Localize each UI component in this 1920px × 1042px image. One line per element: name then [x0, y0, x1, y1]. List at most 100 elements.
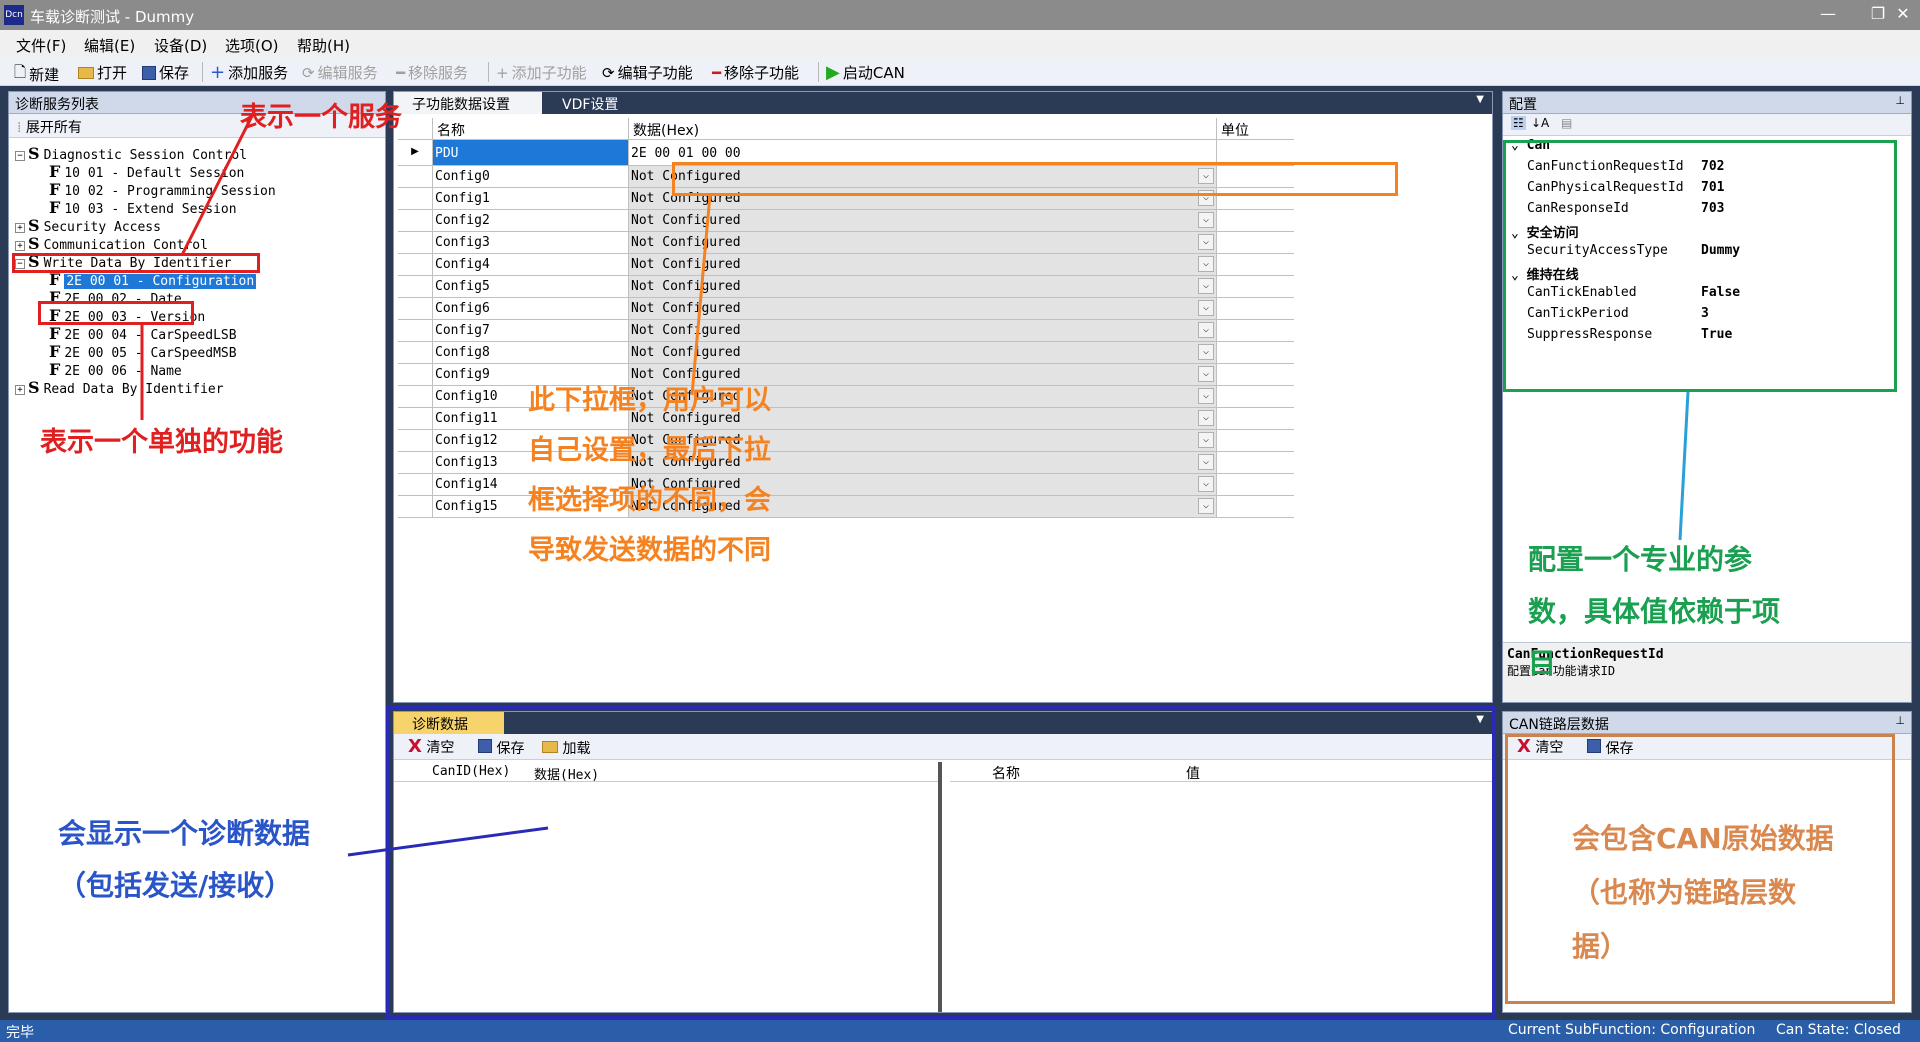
remove-service-button[interactable]: ━ 移除服务: [396, 62, 468, 83]
tree-function-item[interactable]: F 2E 00 05 - CarSpeedMSB: [49, 342, 237, 361]
tree-function-item[interactable]: F 10 02 - Programming Session: [49, 180, 276, 199]
title-bar: Dcn 车载诊断测试 - Dummy — ❐ ✕: [0, 0, 1920, 30]
close-button[interactable]: ✕: [1888, 4, 1918, 23]
plus-icon: +: [496, 63, 509, 82]
config-name[interactable]: Config5: [433, 276, 629, 298]
config-name[interactable]: Config7: [433, 320, 629, 342]
config-value: Not Configured: [631, 213, 741, 228]
edit-subfunction-button[interactable]: ⟳ 编辑子功能: [602, 62, 693, 83]
chevron-down-icon[interactable]: ⌵: [1198, 476, 1214, 492]
tree-item-label: 2E 00 05 - CarSpeedMSB: [64, 346, 237, 361]
config-name[interactable]: Config1: [433, 188, 629, 210]
chevron-down-icon[interactable]: ⌵: [1198, 432, 1214, 448]
config-name[interactable]: Config3: [433, 232, 629, 254]
tab-vdf[interactable]: VDF设置: [554, 92, 674, 114]
collapse-icon[interactable]: −: [15, 151, 25, 161]
new-button[interactable]: 🗋 新建: [14, 62, 59, 87]
service-icon: S: [28, 144, 40, 163]
function-icon: F: [49, 360, 61, 379]
menu-file[interactable]: 文件(F): [16, 35, 66, 56]
status-text: 完毕: [6, 1025, 34, 1041]
open-button[interactable]: 打开: [78, 62, 127, 83]
tree-service-item[interactable]: − S Diagnostic Session Control: [15, 144, 247, 163]
chevron-down-icon[interactable]: ⌵: [1198, 322, 1214, 338]
property-pages-icon[interactable]: ▤: [1561, 116, 1572, 130]
folder-icon: [78, 66, 94, 79]
tree-function-item[interactable]: F 10 01 - Default Session: [49, 162, 244, 181]
diag-highlight-box: [386, 706, 1496, 1020]
service-icon: S: [28, 216, 40, 235]
config-dropdown[interactable]: Not Configured ⌵: [629, 342, 1217, 364]
chevron-down-icon[interactable]: ⌵: [1198, 498, 1214, 514]
refresh-icon: ⟳: [302, 63, 315, 82]
start-can-button[interactable]: ▶ 启动CAN: [826, 62, 905, 83]
edit-service-button[interactable]: ⟳ 编辑服务: [302, 62, 378, 83]
col-data: 数据(Hex): [629, 118, 1217, 140]
tab-strip: 子功能数据设置 VDF设置 ▼: [394, 92, 1492, 114]
expand-icon[interactable]: +: [15, 241, 25, 251]
config-dropdown[interactable]: Not Configured ⌵: [629, 298, 1217, 320]
new-file-icon: 🗋: [14, 63, 27, 81]
service-icon: S: [28, 378, 40, 397]
chevron-down-icon[interactable]: ▼: [1476, 94, 1484, 105]
chevron-down-icon[interactable]: ⌵: [1198, 278, 1214, 294]
remove-subfunction-button[interactable]: ━ 移除子功能: [712, 62, 799, 83]
chevron-down-icon[interactable]: ⌵: [1198, 300, 1214, 316]
service-highlight-box: [12, 253, 260, 273]
tree-item-label: 2E 00 04 - CarSpeedLSB: [64, 328, 237, 343]
chevron-down-icon[interactable]: ⌵: [1198, 256, 1214, 272]
chevron-down-icon[interactable]: ⌵: [1198, 344, 1214, 360]
config-dropdown[interactable]: Not Configured ⌵: [629, 320, 1217, 342]
add-service-button[interactable]: + 添加服务: [210, 62, 288, 83]
chevron-down-icon[interactable]: ⌵: [1198, 234, 1214, 250]
config-name[interactable]: Config2: [433, 210, 629, 232]
function-icon: F: [49, 198, 61, 217]
pin-icon[interactable]: ⊥: [1895, 94, 1905, 107]
tree-function-item[interactable]: F 2E 00 04 - CarSpeedLSB: [49, 324, 237, 343]
dropdown-highlight-box: [672, 162, 1398, 196]
minimize-button[interactable]: —: [1813, 4, 1843, 23]
config-name[interactable]: Config0: [433, 166, 629, 188]
config-name[interactable]: Config6: [433, 298, 629, 320]
tree-function-item[interactable]: F 10 03 - Extend Session: [49, 198, 237, 217]
config-name[interactable]: Config4: [433, 254, 629, 276]
tree-function-item[interactable]: F 2E 00 06 - Name: [49, 360, 182, 379]
config-dropdown[interactable]: Not Configured ⌵: [629, 276, 1217, 298]
tree-service-item[interactable]: + S Read Data By Identifier: [15, 378, 224, 397]
chevron-down-icon[interactable]: ⌵: [1198, 366, 1214, 382]
tree-item-label: 10 02 - Programming Session: [64, 184, 276, 199]
chevron-down-icon[interactable]: ⌵: [1198, 212, 1214, 228]
menu-options[interactable]: 选项(O): [225, 35, 279, 56]
sort-az-icon[interactable]: ↓A: [1531, 116, 1549, 130]
pin-icon[interactable]: ⊥: [1895, 714, 1905, 727]
tree-service-item[interactable]: + S Security Access: [15, 216, 161, 235]
config-row: Config2 Not Configured ⌵: [398, 210, 1294, 232]
menu-help[interactable]: 帮助(H): [297, 35, 350, 56]
tree-item-label: Diagnostic Session Control: [43, 148, 248, 163]
config-dropdown[interactable]: Not Configured ⌵: [629, 232, 1217, 254]
pdu-name[interactable]: PDU: [433, 140, 629, 166]
config-toolbar: ☷ ↓A ▤: [1503, 114, 1911, 136]
tab-subfunction-data[interactable]: 子功能数据设置: [394, 92, 542, 114]
config-name[interactable]: Config8: [433, 342, 629, 364]
function-icon: F: [49, 342, 61, 361]
expand-icon[interactable]: +: [15, 385, 25, 395]
menu-edit[interactable]: 编辑(E): [84, 35, 135, 56]
config-dropdown[interactable]: Not Configured ⌵: [629, 254, 1217, 276]
tree-service-item[interactable]: + S Communication Control: [15, 234, 208, 253]
config-dropdown[interactable]: Not Configured ⌵: [629, 210, 1217, 232]
expand-icon[interactable]: +: [15, 223, 25, 233]
window-title: 车载诊断测试 - Dummy: [30, 8, 195, 26]
save-button[interactable]: 保存: [142, 62, 189, 83]
status-subfunction: Current SubFunction: Configuration: [1508, 1022, 1756, 1038]
add-subfunction-button[interactable]: + 添加子功能: [496, 62, 587, 83]
play-icon: ▶: [826, 62, 840, 83]
chevron-down-icon[interactable]: ⌵: [1198, 454, 1214, 470]
config-row: Config3 Not Configured ⌵: [398, 232, 1294, 254]
chevron-down-icon[interactable]: ⌵: [1198, 388, 1214, 404]
categorized-icon[interactable]: ☷: [1511, 116, 1526, 130]
annotation-config: 配置一个专业的参 数，具体值依赖于项目: [1528, 543, 1781, 680]
chevron-down-icon[interactable]: ⌵: [1198, 410, 1214, 426]
config-row: Config6 Not Configured ⌵: [398, 298, 1294, 320]
menu-device[interactable]: 设备(D): [154, 35, 207, 56]
